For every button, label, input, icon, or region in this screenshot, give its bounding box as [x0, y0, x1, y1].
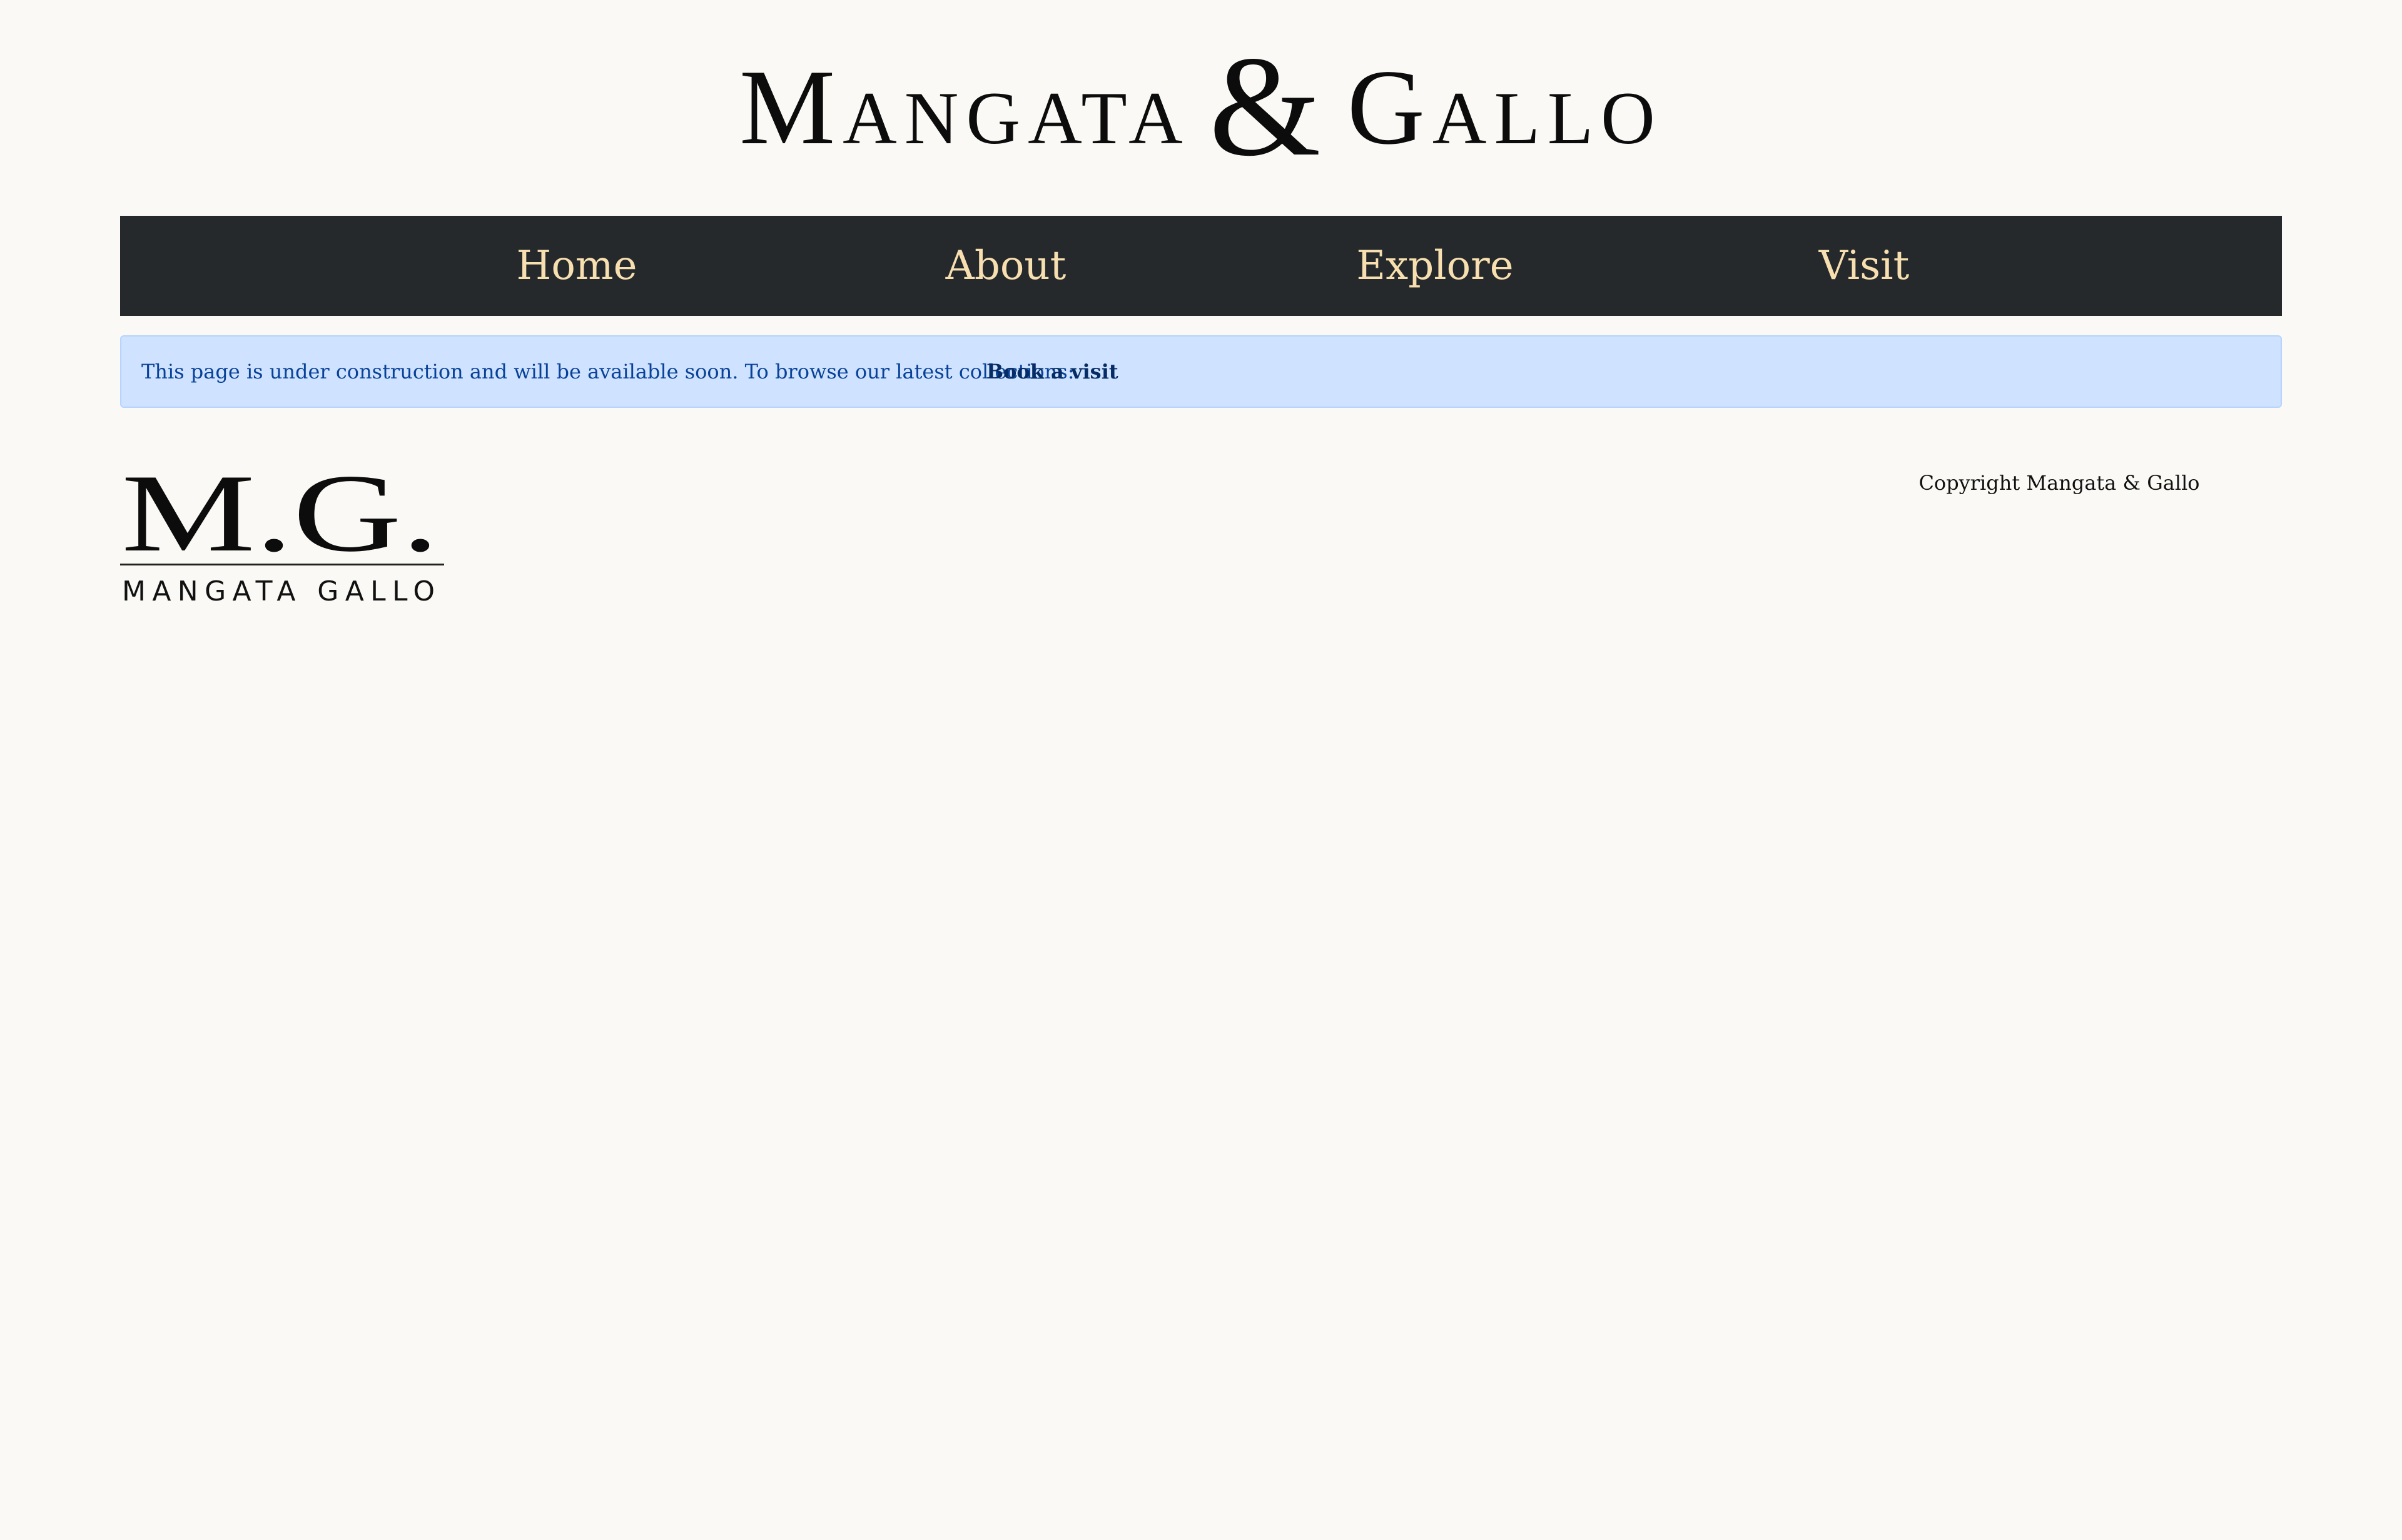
brand-name-left: Mangata: [739, 48, 1190, 167]
book-visit-link[interactable]: Book a visit: [986, 337, 1118, 407]
nav-item-home[interactable]: Home: [517, 216, 637, 316]
site-brand-title[interactable]: Mangata & Gallo: [739, 34, 1663, 178]
nav-item-about[interactable]: About: [946, 216, 1067, 316]
brand-name-right: Gallo: [1347, 48, 1663, 167]
main-navbar: Home About Explore Visit: [120, 216, 2282, 316]
nav-item-explore[interactable]: Explore: [1356, 216, 1513, 316]
mg-logo-graphic: M.G. MANGATA GALLO: [120, 451, 444, 607]
brand-ampersand: &: [1209, 26, 1329, 186]
logo-monogram: M.G.: [121, 457, 439, 575]
alert-message: This page is under construction and will…: [141, 360, 1075, 383]
copyright-text: Copyright Mangata & Gallo: [1918, 471, 2200, 495]
construction-alert: This page is under construction and will…: [120, 335, 2282, 408]
nav-item-visit[interactable]: Visit: [1819, 216, 1910, 316]
logo-wordmark: MANGATA GALLO: [122, 575, 435, 607]
footer-logo[interactable]: M.G. MANGATA GALLO: [120, 451, 445, 607]
logo-divider: [120, 564, 444, 565]
site-header: Mangata & Gallo: [0, 34, 2402, 178]
